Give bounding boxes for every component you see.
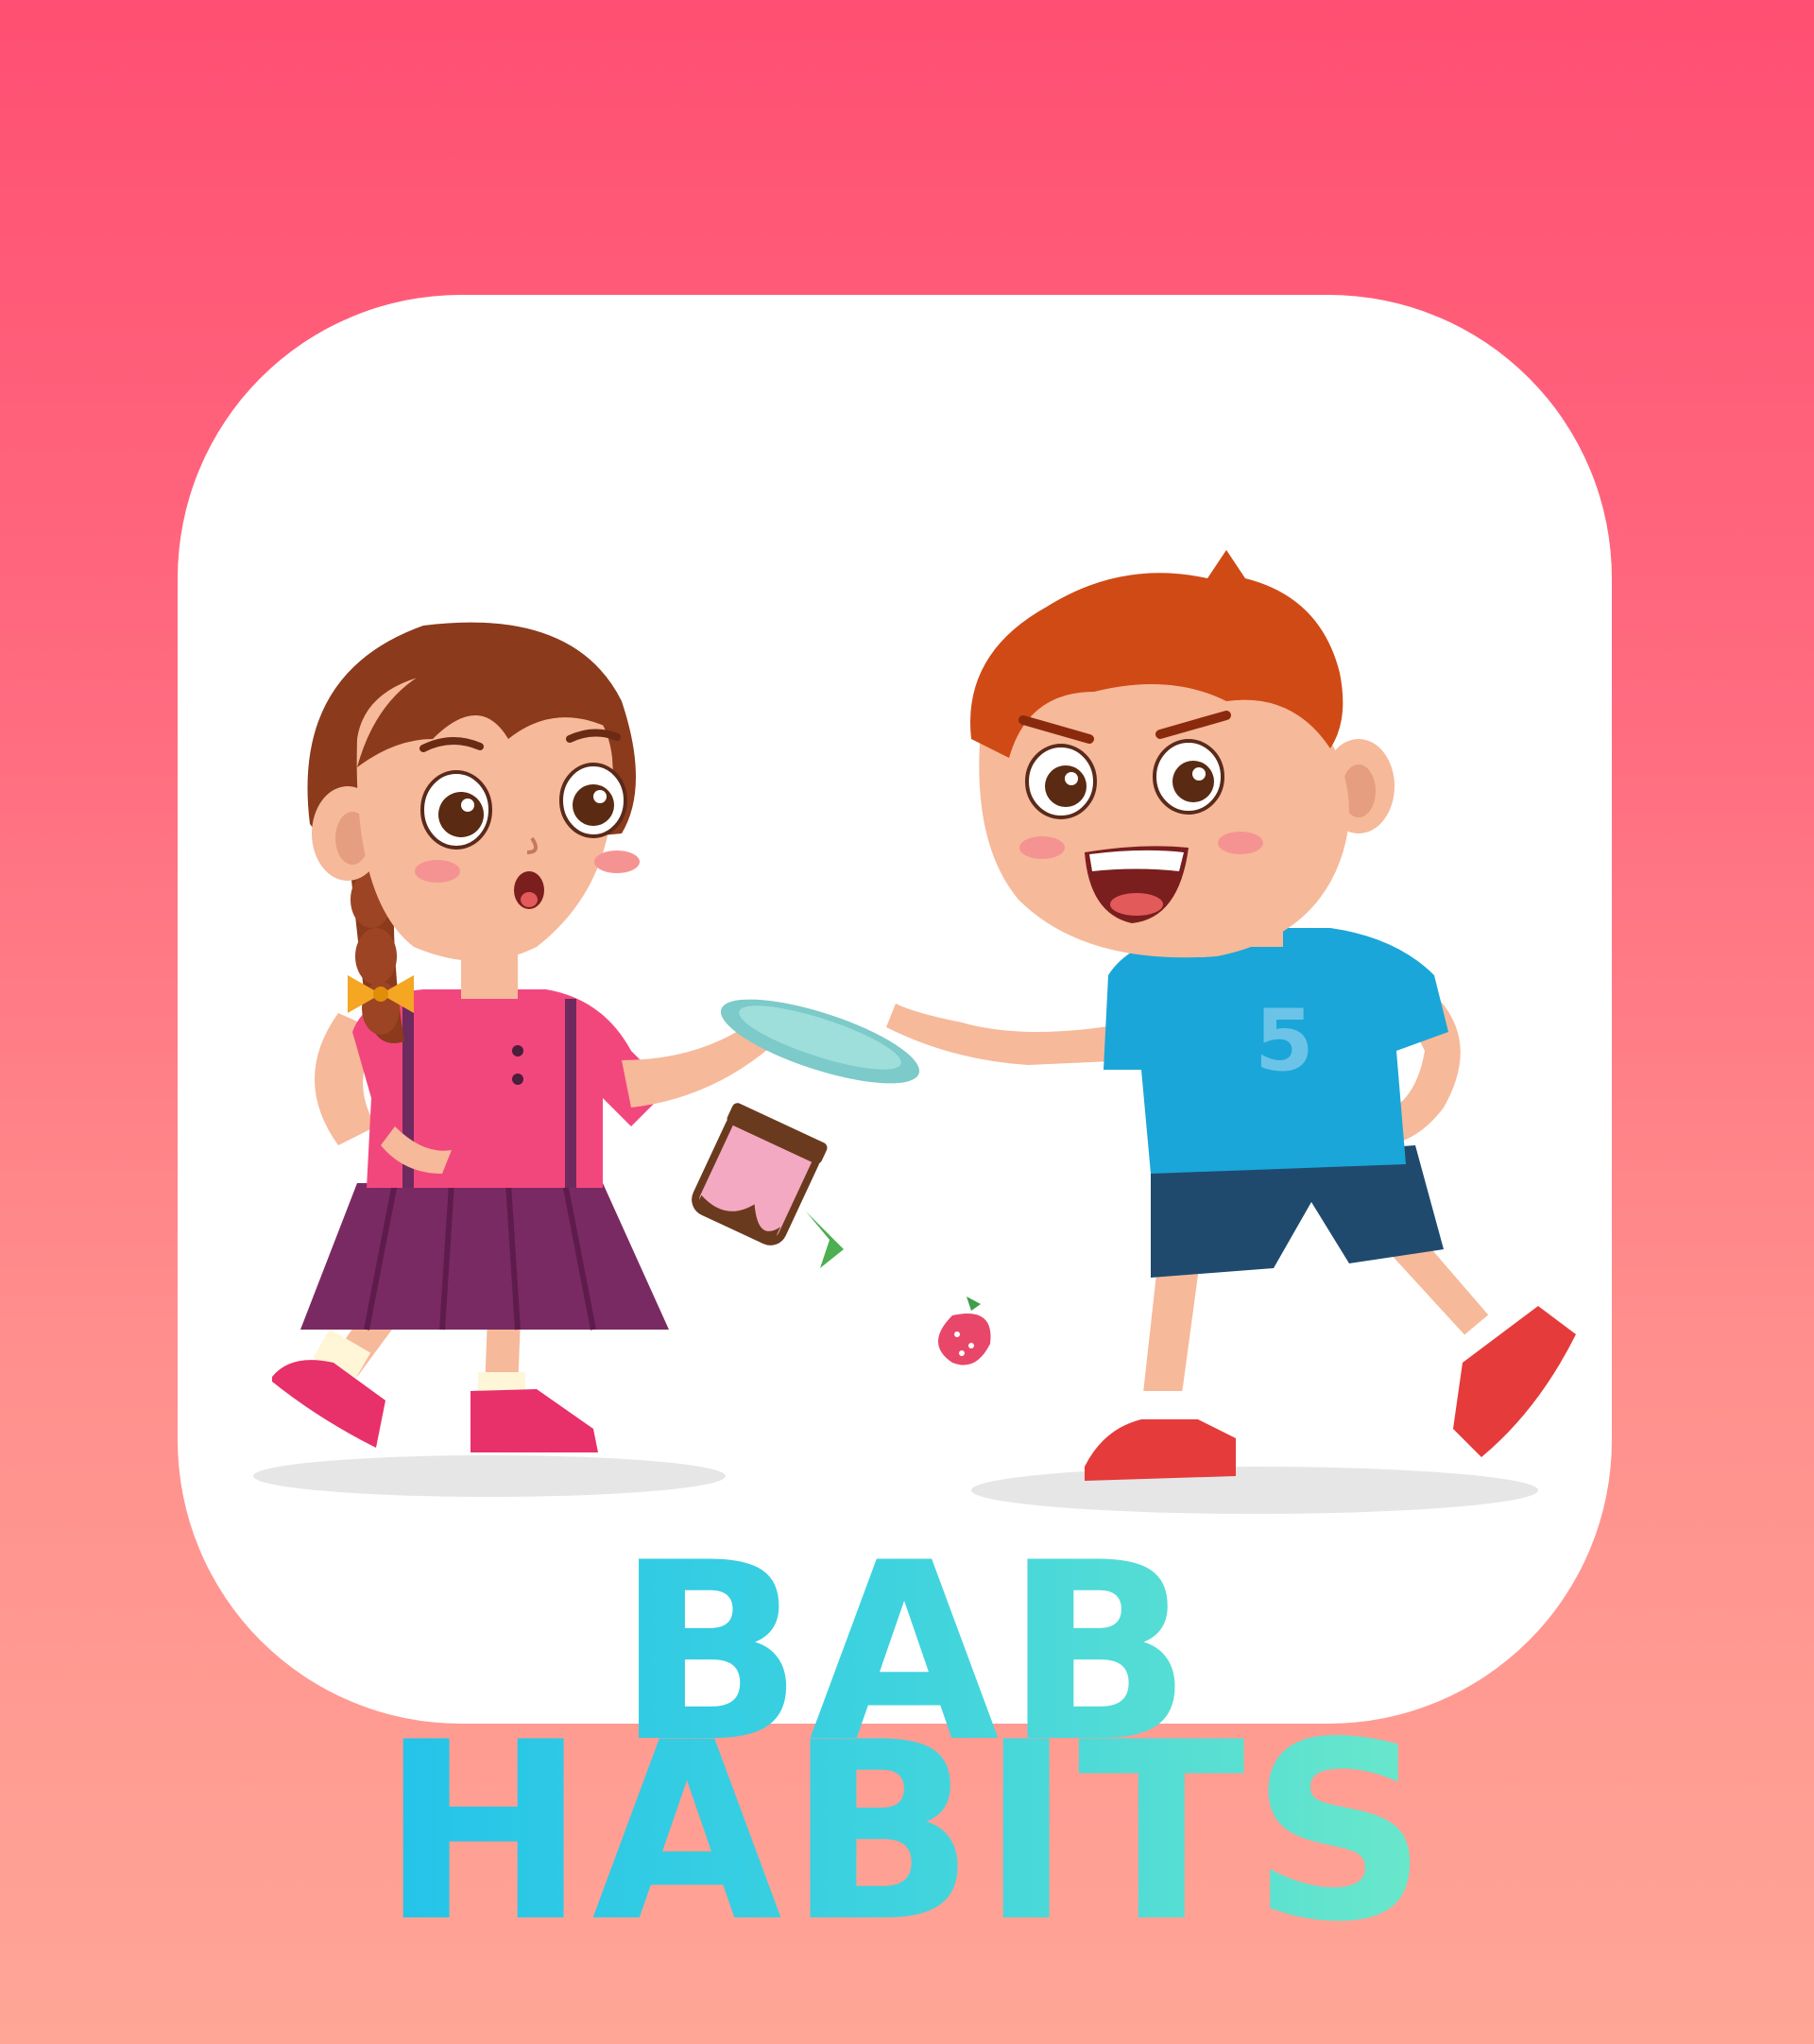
jar: [692, 1103, 828, 1245]
strawberry: [938, 1297, 991, 1366]
boy-shadow: [971, 1467, 1538, 1514]
girl-shadow: [253, 1455, 726, 1497]
girl: [272, 622, 782, 1452]
jam-drip: [806, 1211, 844, 1268]
children-illustration: 5: [253, 550, 1576, 1514]
title-line-2: HABITS: [0, 1710, 1814, 1956]
shirt-number: 5: [1255, 991, 1314, 1091]
